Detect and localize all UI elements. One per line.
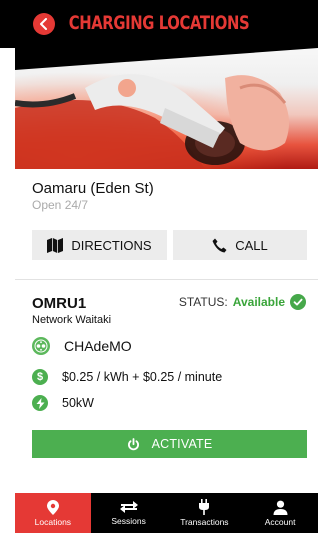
- bolt-icon: [32, 395, 48, 411]
- dollar-icon: $: [32, 369, 48, 385]
- directions-label: DIRECTIONS: [71, 237, 152, 253]
- user-icon: [273, 500, 288, 515]
- activate-label: ACTIVATE: [151, 437, 213, 451]
- plug-icon: [199, 499, 210, 515]
- tab-account[interactable]: Account: [242, 493, 318, 533]
- status-label: STATUS:: [178, 295, 228, 309]
- activate-button[interactable]: ACTIVATE: [32, 430, 307, 458]
- app-header: CHARGING LOCATIONS: [0, 0, 318, 48]
- power-row: 50kW: [32, 395, 94, 411]
- map-icon: [47, 237, 64, 253]
- status-indicator: STATUS: Available: [179, 294, 306, 310]
- phone-icon: [212, 238, 227, 252]
- call-button[interactable]: CALL: [173, 230, 307, 260]
- status-value: Available: [232, 295, 285, 309]
- tab-transactions[interactable]: Transactions: [167, 493, 243, 533]
- bottom-tab-bar: Locations Sessions Transactions Account: [15, 493, 318, 533]
- chademo-plug-icon: [32, 337, 50, 355]
- location-hours: Open 24/7: [32, 198, 89, 212]
- tab-label: Account: [264, 516, 296, 527]
- page-title: CHARGING LOCATIONS: [68, 12, 250, 34]
- power-icon: [127, 437, 139, 450]
- location-pin-icon: [46, 499, 59, 515]
- directions-button[interactable]: DIRECTIONS: [32, 230, 167, 260]
- section-divider: [15, 279, 318, 280]
- connector-type: CHAdeMO: [64, 338, 132, 354]
- price-row: $ $0.25 / kWh + $0.25 / minute: [32, 369, 222, 385]
- call-label: CALL: [235, 237, 268, 253]
- charger-id: OMRU1: [32, 295, 87, 312]
- tab-label: Locations: [34, 516, 72, 527]
- price-text: $0.25 / kWh + $0.25 / minute: [62, 370, 223, 384]
- swap-arrows-icon: [119, 501, 138, 513]
- tab-label: Transactions: [180, 517, 229, 527]
- tab-label: Sessions: [111, 516, 146, 526]
- power-text: 50kW: [62, 396, 94, 410]
- network-name: Network Waitaki: [32, 314, 112, 326]
- check-circle-icon: [290, 294, 306, 310]
- tab-sessions[interactable]: Sessions: [91, 493, 167, 533]
- connector-row: CHAdeMO: [32, 337, 132, 355]
- tab-locations[interactable]: Locations: [15, 493, 91, 533]
- location-photo: [15, 48, 318, 169]
- location-name: Oamaru (Eden St): [32, 180, 154, 197]
